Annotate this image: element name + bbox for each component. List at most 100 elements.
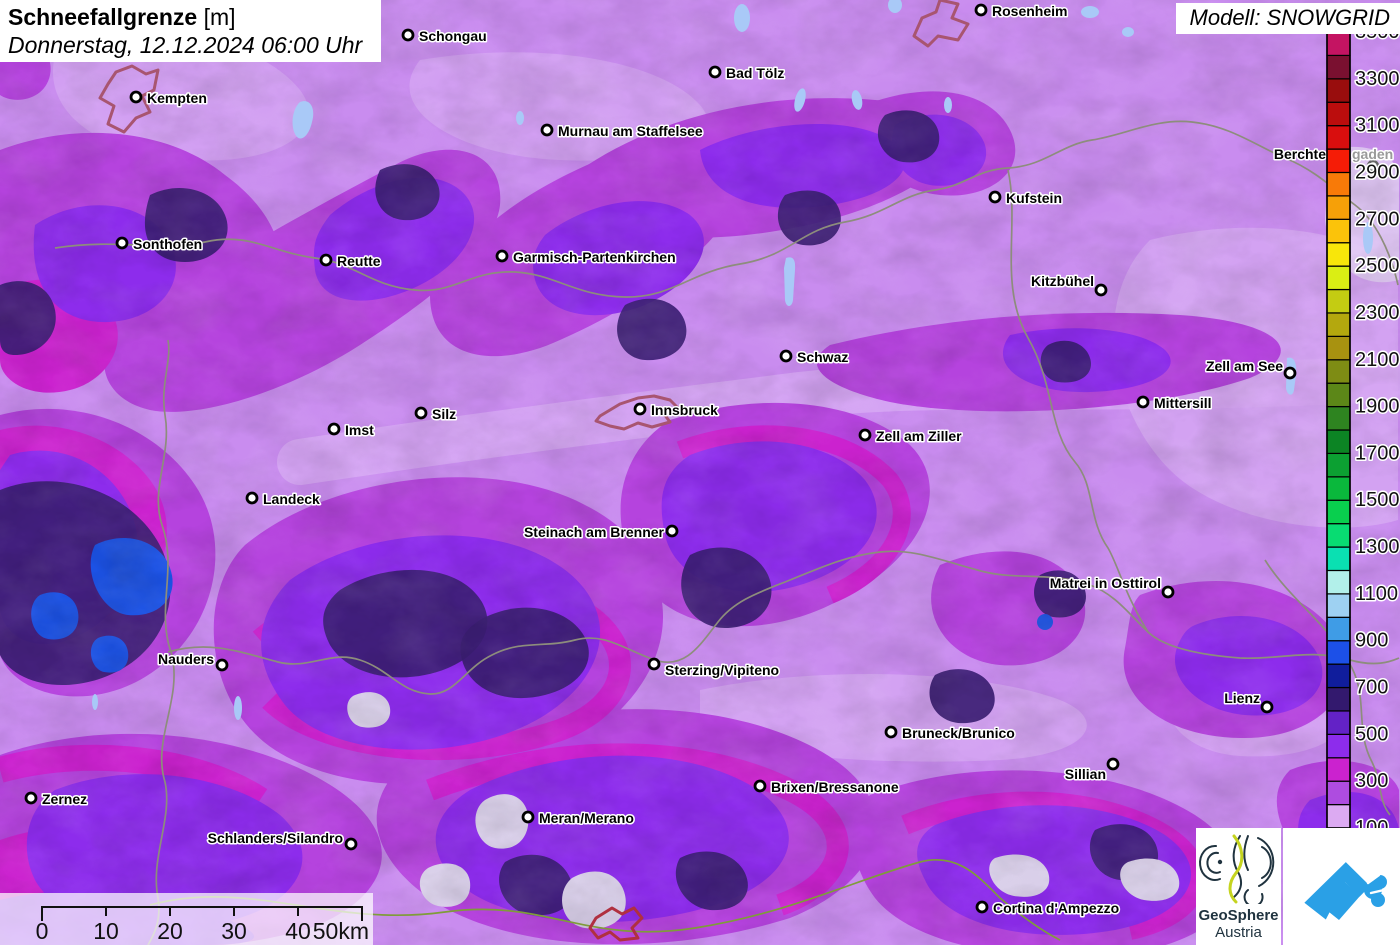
legend-band [1326,171,1351,197]
city-marker [988,190,1002,204]
legend-band [1326,288,1351,314]
city-label: Meran/Merano [539,810,634,826]
city-marker [858,428,872,442]
legend-tick-label: 1300 [1355,536,1400,558]
city-label: Bad Tölz [726,65,784,81]
legend-band [1326,335,1351,361]
relief-highlight [0,0,1400,945]
city-label: Nauders [158,651,214,667]
legend-tick-label: 900 [1355,630,1388,652]
legend-band [1326,101,1351,127]
scalebar-label: 10 [93,918,119,944]
geosphere-contour-icon [1199,834,1275,908]
legend-band [1326,125,1351,150]
legend-tick-label: 3300 [1355,68,1400,90]
city-label: Imst [345,422,374,438]
geosphere-logo-subtext: Austria [1215,924,1262,941]
legend-band [1326,312,1351,337]
city-label: Sillian [1065,766,1106,782]
city-cortina-d-ampezzo: Cortina d'Ampezzo [975,899,1121,918]
legend-tick-label: 2900 [1355,161,1400,183]
city-marker [708,65,722,79]
city-label: Landeck [263,491,320,507]
city-label: Zernez [42,791,87,807]
city-marker [647,657,661,671]
map-canvas: Schongau Rosenheim Bad Tölz Kempten Murnau a… [0,0,1400,945]
city-marker [975,900,989,914]
legend-tick-label: 500 [1355,723,1388,745]
tirol-roof-icon [1304,862,1387,920]
scalebar-label: 30 [221,918,247,944]
city-label: Steinach am Brenner [524,524,665,540]
legend-band [1326,640,1351,665]
city-garmisch-partenkirchen: Garmisch-Partenkirchen [495,248,677,267]
city-marker [319,253,333,267]
city-label: Schwaz [797,349,848,365]
legend-tick-label: 2700 [1355,208,1400,230]
city-marker [1283,366,1297,380]
legend-band [1326,242,1351,267]
city-marker [129,90,143,104]
legend-tick-label: 3100 [1355,115,1400,137]
city-label: gaden [1352,146,1393,162]
city-marker [115,236,129,250]
legend-tick-label: 1100 [1355,583,1398,605]
city-zell-am-ziller: Zell am Ziller [858,427,964,446]
legend-band [1326,476,1351,501]
city-marker [1136,395,1150,409]
city-label: Rosenheim [992,3,1067,19]
city-label: Kempten [147,90,207,106]
city-label: Mittersill [1154,395,1212,411]
city-label: Matrei in Osttirol [1050,575,1161,591]
legend-tick-label: 1900 [1355,396,1400,418]
legend-tick-label: 1700 [1355,442,1400,464]
city-label: Bruneck/Brunico [902,725,1015,741]
model-box: Modell: SNOWGRID [1175,3,1400,34]
city-label: Kitzbühel [1031,273,1094,289]
legend-band [1326,382,1351,408]
city-murnau-am-staffelsee: Murnau am Staffelsee [540,122,704,141]
legend-tick-label: 700 [1355,677,1388,699]
city-label: Innsbruck [651,402,718,418]
scalebar-end-label: 50km [313,918,369,944]
city-marker [245,491,259,505]
city-label: Brixen/Bressanone [771,779,899,795]
city-marker [753,779,767,793]
legend-band [1326,218,1351,244]
city-label: Sonthofen [133,236,202,252]
legend-band [1326,499,1351,525]
legend-tick-label: 300 [1355,770,1388,792]
legend-band [1326,710,1351,735]
legend-band [1326,616,1351,642]
map-datetime: Donnerstag, 12.12.2024 06:00 Uhr [8,32,363,58]
city-marker [1094,283,1108,297]
legend-band [1326,54,1351,80]
city-label: Schlanders/Silandro [208,830,343,846]
city-marker [414,406,428,420]
city-marker [401,28,415,42]
city-label: Reutte [337,253,381,269]
city-marker [521,810,535,824]
city-label: Lienz [1224,690,1260,706]
legend-band [1326,429,1351,455]
snowfall-limit-map: Schongau Rosenheim Bad Tölz Kempten Murnau a… [0,0,1400,945]
legend-band [1326,803,1351,829]
city-label: Berchte [1274,146,1326,162]
city-label: Zell am See [1206,358,1283,374]
legend-band [1326,780,1351,806]
city-label: Schongau [419,28,487,44]
title-box: Schneefallgrenze [m] Donnerstag, 12.12.2… [0,0,381,62]
city-marker [215,658,229,672]
city-label: Murnau am Staffelsee [558,123,703,139]
city-marker [327,422,341,436]
legend-band [1326,686,1351,712]
legend-band [1326,663,1351,689]
legend-tick-label: 2500 [1355,255,1400,277]
legend-band [1326,359,1351,384]
city-steinach-am-brenner: Steinach am Brenner [522,523,679,542]
city-marker [540,123,554,137]
city-label: Silz [432,406,456,422]
legend-band [1326,593,1351,618]
city-marker [24,791,38,805]
legend-band [1326,546,1351,572]
